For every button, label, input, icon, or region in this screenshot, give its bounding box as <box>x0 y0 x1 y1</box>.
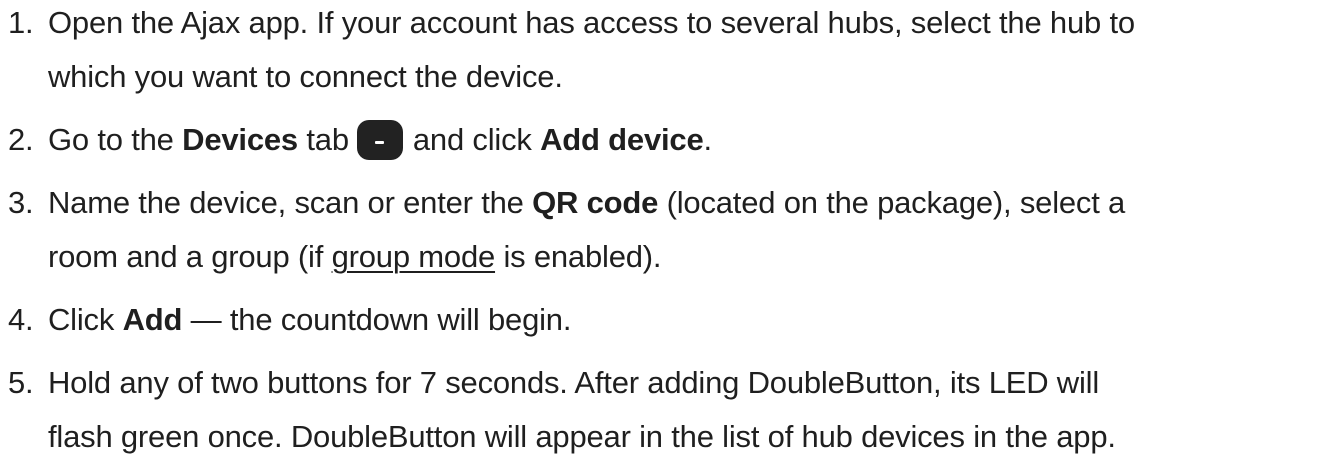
add-label: Add <box>122 302 183 337</box>
step-text: room and a group (if <box>48 239 332 274</box>
step-text-line: Hold any of two buttons for 7 seconds. A… <box>48 365 1100 400</box>
step-text-line: flash green once. DoubleButton will appe… <box>48 419 1116 454</box>
step-number: 3. <box>8 185 34 220</box>
step-4: 4. Click Add — the countdown will begin. <box>0 293 1332 347</box>
step-text: Click <box>48 302 123 337</box>
step-3: 3. Name the device, scan or enter the QR… <box>0 176 1332 284</box>
step-text-line: Open the Ajax app. If your account has a… <box>48 5 1135 40</box>
step-2: 2. Go to the Devices tab and click Add de… <box>0 113 1332 167</box>
step-number: 1. <box>8 5 34 40</box>
instruction-steps: 1. Open the Ajax app. If your account ha… <box>0 0 1332 464</box>
step-text: is enabled). <box>495 239 662 274</box>
qr-code-label: QR code <box>532 185 659 220</box>
group-mode-link[interactable]: group mode <box>332 239 496 274</box>
step-text: — the countdown will begin. <box>182 302 572 337</box>
step-text: . <box>703 122 713 157</box>
step-5: 5. Hold any of two buttons for 7 seconds… <box>0 356 1332 464</box>
devices-tab-icon <box>356 120 403 160</box>
step-text: Name the device, scan or enter the <box>48 185 533 220</box>
step-number: 4. <box>8 302 34 337</box>
step-1: 1. Open the Ajax app. If your account ha… <box>0 0 1332 104</box>
step-number: 2. <box>8 122 34 157</box>
devices-tab-label: Devices <box>182 122 298 157</box>
step-text: and click <box>412 122 541 157</box>
step-number: 5. <box>8 365 34 400</box>
step-text-line: which you want to connect the device. <box>48 59 563 94</box>
step-text: tab <box>297 122 349 157</box>
step-text: Go to the <box>48 122 183 157</box>
step-text: (located on the package), select a <box>658 185 1126 220</box>
add-device-label: Add device <box>540 122 704 157</box>
